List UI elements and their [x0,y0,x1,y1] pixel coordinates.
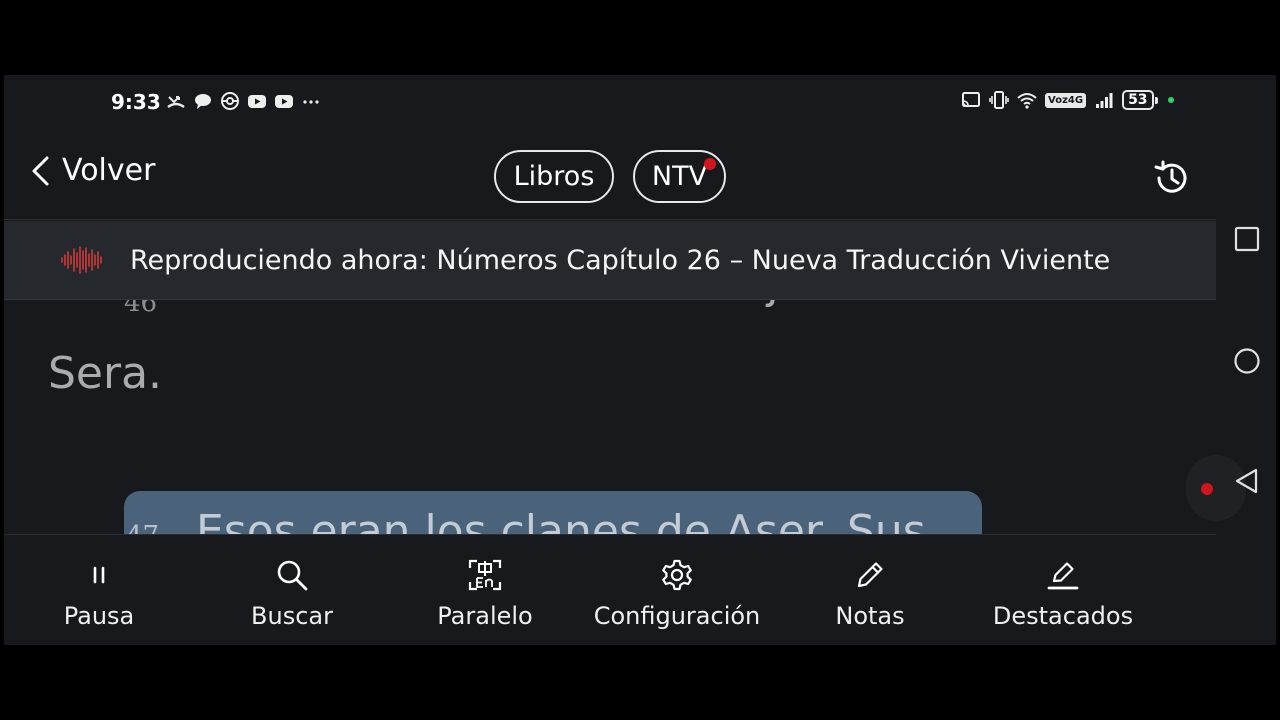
version-label: NTV [651,161,708,192]
search-icon [274,557,310,593]
notes-label: Notas [835,602,905,630]
youtube-icon [247,91,267,111]
notification-icons [166,91,321,111]
verse-number: 47 [126,521,159,534]
history-icon[interactable] [1151,157,1193,199]
version-notification-dot [704,158,716,170]
system-status-icons: Voz4G 53 [961,90,1174,110]
parallel-label: Paralelo [437,602,533,630]
translate-icon [467,557,503,593]
chat-bubble-icon [193,91,213,111]
pause-icon [81,557,117,593]
settings-label: Configuración [593,602,761,630]
pause-button[interactable]: Pausa [4,535,194,645]
vibrate-icon [989,90,1009,110]
youtube-icon [274,91,294,111]
status-bar: 9:33 Voz4G 53 [4,75,1276,127]
settings-button[interactable]: Configuración [582,535,772,645]
highlights-label: Destacados [992,602,1134,630]
highlighter-icon [1045,557,1081,593]
back-label: Volver [62,153,156,188]
system-back-button[interactable] [1233,467,1261,495]
app-header: Volver Libros NTV [4,127,1216,220]
cast-icon [961,90,981,110]
pokeball-icon [220,91,240,111]
audio-wave-icon [61,246,102,274]
status-time: 9:33 [111,90,161,114]
verse-text-continuation[interactable]: Sera. [48,348,162,399]
gear-icon [659,557,695,593]
verse-text[interactable]: Aser también tenía una hija llamada [196,300,996,309]
recent-apps-button[interactable] [1233,225,1261,253]
search-button[interactable]: Buscar [197,535,387,645]
now-playing-text: Reproduciendo ahora: Números Capítulo 26… [130,244,1111,276]
phone-screen: 9:33 Voz4G 53 Volver Libros NTV Reproduc… [4,75,1276,645]
highlights-button[interactable]: Destacados [968,535,1158,645]
more-dots-icon [301,91,321,111]
missed-call-icon [166,91,186,111]
verse-text[interactable]: Esos eran los clanes de Aser. Sus [196,506,926,534]
bottom-toolbar: Pausa Buscar Paralelo Configuración Nota… [4,534,1216,645]
notes-button[interactable]: Notas [775,535,965,645]
reader-content: 46 Aser también tenía una hija llamada S… [4,300,1216,534]
home-button[interactable] [1233,347,1261,375]
back-button[interactable]: Volver [28,153,155,188]
network-type-badge: Voz4G [1045,92,1087,108]
battery-indicator: 53 [1122,90,1159,110]
books-label: Libros [513,161,595,192]
privacy-indicator-dot [1167,97,1174,103]
parallel-button[interactable]: Paralelo [390,535,580,645]
search-label: Buscar [251,602,333,630]
chevron-left-icon [32,156,49,185]
books-button[interactable]: Libros [494,150,614,203]
pencil-icon [852,557,888,593]
pause-label: Pausa [63,602,135,630]
verse-number: 46 [124,300,158,318]
signal-icon [1094,90,1114,110]
now-playing-bar[interactable]: Reproduciendo ahora: Números Capítulo 26… [4,221,1216,300]
recording-dot [1201,483,1213,495]
wifi-icon [1017,90,1037,110]
version-button[interactable]: NTV [633,150,726,203]
